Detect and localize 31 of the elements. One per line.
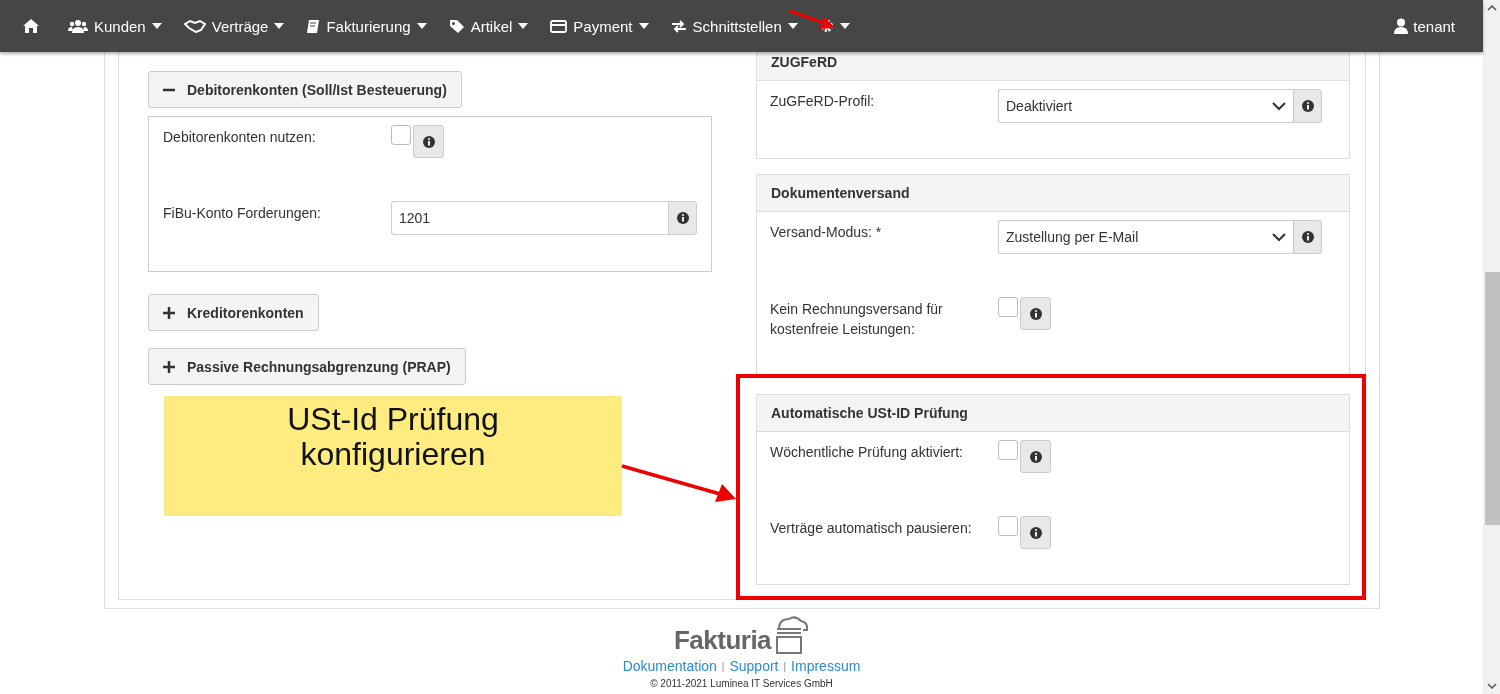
panel-title: ZUGFeRD <box>757 52 1349 81</box>
field-label: Debitorenkonten nutzen: <box>163 128 317 147</box>
field-label: ZuGFeRD-Profil: <box>770 92 876 111</box>
footer-link[interactable]: Support <box>729 658 779 674</box>
nav-menu[interactable]: Schnittstellen <box>670 17 798 35</box>
nav-menu[interactable]: Artikel <box>448 17 529 35</box>
logo-text: Fakturia <box>673 625 772 655</box>
field-label: FiBu-Konto Forderungen: <box>163 204 322 223</box>
panel-title: Dokumentenversand <box>757 175 1349 212</box>
nav-menu[interactable]: Verträge <box>183 17 285 35</box>
text-field[interactable]: 1201 <box>391 201 668 235</box>
field-label: Versand-Modus: * <box>770 223 883 242</box>
select-field[interactable]: Zustellung per E-Mail <box>998 220 1293 254</box>
field-label: Kein Rechnungsversand für kostenfreie Leistungen: <box>770 300 944 339</box>
footer-link[interactable]: Impressum <box>791 658 861 674</box>
section-toggle-button[interactable]: Debitorenkonten (Soll/Ist Besteuerung) <box>148 71 462 108</box>
callout-note: USt-Id Prüfung konfigurieren <box>164 396 622 516</box>
link-separator: | <box>783 660 787 672</box>
nav-menu[interactable]: Fakturierung <box>306 17 427 35</box>
field-label: Wöchentliche Prüfung aktiviert: <box>770 443 964 462</box>
nav-menu[interactable]: Kunden <box>68 17 162 35</box>
footer-link[interactable]: Dokumentation <box>622 658 717 674</box>
nav-menu[interactable]: Payment <box>550 17 649 35</box>
panel-title: Automatische USt-ID Prüfung <box>757 395 1349 432</box>
field-label: Verträge automatisch pausieren: <box>770 519 973 538</box>
select-field[interactable]: Deaktiviert <box>998 89 1293 123</box>
user-menu[interactable]: tenant <box>1394 17 1455 35</box>
section-toggle-button[interactable]: Kreditorenkonten <box>148 294 319 331</box>
link-separator: | <box>721 660 725 672</box>
copyright-text: © 2011-2021 Luminea IT Services GmbH <box>650 678 833 689</box>
section-toggle-button[interactable]: Passive Rechnungsabgrenzung (PRAP) <box>148 348 466 385</box>
